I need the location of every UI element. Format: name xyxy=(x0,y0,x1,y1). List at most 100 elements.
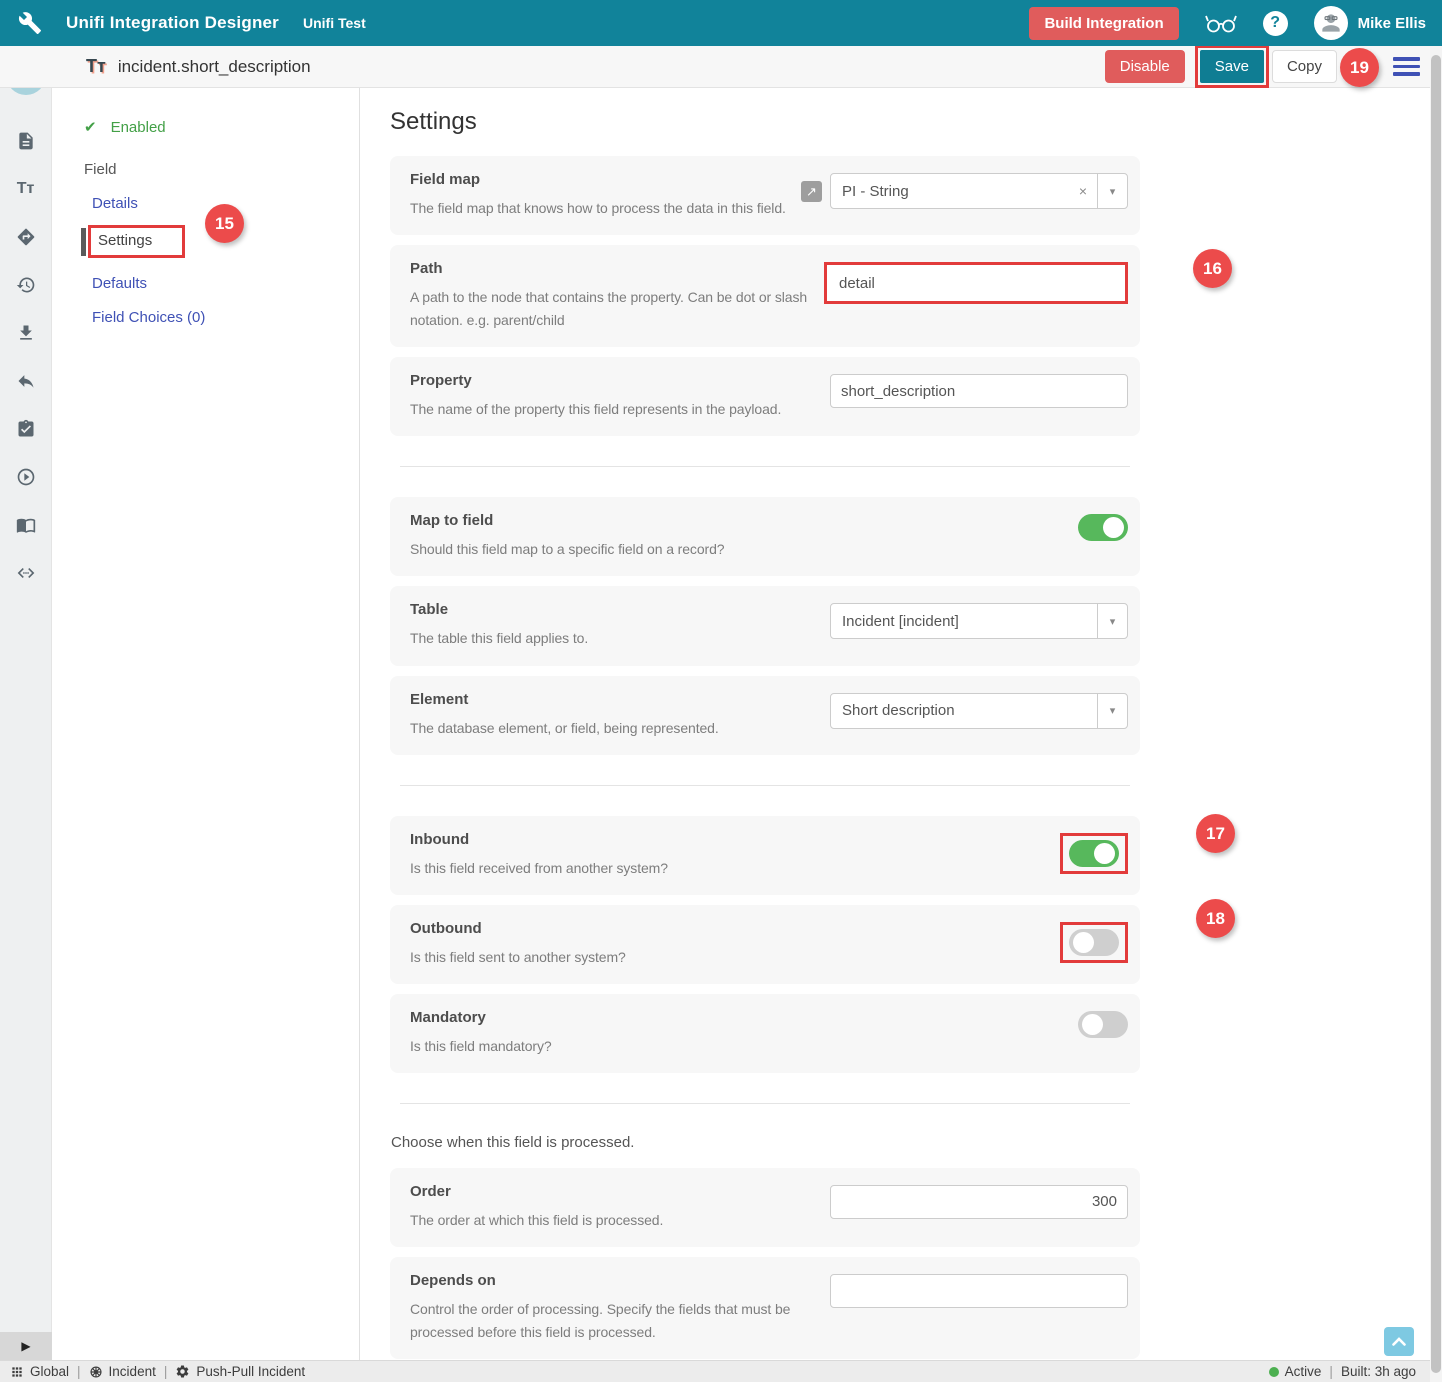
path-input[interactable] xyxy=(828,266,1124,300)
code-icon[interactable] xyxy=(15,562,37,584)
record-title-wrap: Tт incident.short_description xyxy=(86,56,311,77)
nav-section-label: Field xyxy=(84,161,359,178)
environment-name[interactable]: Unifi Test xyxy=(303,15,366,31)
element-row: Element The database element, or field, … xyxy=(390,676,1140,755)
menu-hamburger-icon[interactable] xyxy=(1393,57,1420,80)
order-label: Order xyxy=(410,1183,830,1200)
mandatory-label: Mandatory xyxy=(410,1009,840,1026)
element-label: Element xyxy=(410,691,830,708)
settings-panel: Settings Field map The field map that kn… xyxy=(390,88,1140,1382)
path-label: Path xyxy=(410,260,824,277)
path-highlight-box xyxy=(824,262,1128,304)
tasks-clipboard-icon[interactable] xyxy=(15,418,37,440)
map-to-field-toggle[interactable] xyxy=(1078,514,1128,541)
depends-on-row: Depends on Control the order of processi… xyxy=(390,1257,1140,1359)
property-row: Property The name of the property this f… xyxy=(390,357,1140,436)
chevron-down-icon[interactable]: ▾ xyxy=(1097,604,1127,638)
table-row: Table The table this field applies to. I… xyxy=(390,586,1140,665)
element-select[interactable]: Short description ▾ xyxy=(830,693,1128,729)
inbound-label: Inbound xyxy=(410,831,840,848)
scroll-to-top-button[interactable] xyxy=(1384,1327,1414,1356)
save-highlight-box: Save xyxy=(1195,45,1269,88)
sidebar-item-settings[interactable]: Settings xyxy=(88,225,185,258)
sidebar-item-details[interactable]: Details xyxy=(92,195,138,212)
history-icon[interactable] xyxy=(15,274,37,296)
map-to-field-desc: Should this field map to a specific fiel… xyxy=(410,538,830,561)
annotation-badge-15: 15 xyxy=(205,204,244,243)
disable-button[interactable]: Disable xyxy=(1105,50,1185,83)
active-status-dot xyxy=(1269,1367,1279,1377)
section-divider xyxy=(400,1103,1130,1104)
field-map-value: PI - String xyxy=(831,183,1069,200)
process-item[interactable]: Push-Pull Incident xyxy=(175,1364,305,1379)
directions-icon[interactable] xyxy=(15,226,37,248)
user-avatar-icon[interactable] xyxy=(1314,6,1348,40)
mandatory-toggle[interactable] xyxy=(1078,1011,1128,1038)
property-desc: The name of the property this field repr… xyxy=(410,398,830,421)
record-actions: Disable Save Copy xyxy=(1105,45,1337,88)
table-select[interactable]: Incident [incident] ▾ xyxy=(830,603,1128,639)
outbound-toggle[interactable] xyxy=(1069,929,1119,956)
map-to-field-label: Map to field xyxy=(410,512,840,529)
text-fields-icon[interactable]: Tт xyxy=(15,178,37,200)
field-map-row: Field map The field map that knows how t… xyxy=(390,156,1140,235)
scrollbar-thumb[interactable] xyxy=(1431,55,1441,1373)
header-actions: Build Integration ? Mike Ellis xyxy=(1029,6,1426,40)
order-input[interactable] xyxy=(830,1185,1128,1219)
app-window: Unifi Integration Designer Unifi Test Bu… xyxy=(0,0,1442,1382)
table-value: Incident [incident] xyxy=(831,613,1097,630)
integration-label: Incident xyxy=(109,1364,156,1379)
check-icon: ✔ xyxy=(84,118,97,136)
chevron-down-icon[interactable]: ▾ xyxy=(1097,694,1127,728)
build-integration-button[interactable]: Build Integration xyxy=(1029,7,1178,40)
scrollbar-track[interactable] xyxy=(1430,46,1442,1382)
path-desc: A path to the node that contains the pro… xyxy=(410,286,824,332)
property-label: Property xyxy=(410,372,830,389)
user-menu[interactable]: Mike Ellis xyxy=(1314,6,1426,40)
rail-expander-arrow[interactable]: ▶ xyxy=(0,1332,52,1360)
scope-item[interactable]: Global xyxy=(10,1364,69,1379)
field-sidenav: ✔ Enabled Field Details Settings Default… xyxy=(52,88,360,1360)
process-label: Push-Pull Incident xyxy=(196,1364,305,1379)
property-input[interactable] xyxy=(830,374,1128,408)
scope-label: Global xyxy=(30,1364,69,1379)
sidebar-item-defaults[interactable]: Defaults xyxy=(92,275,147,292)
help-icon[interactable]: ? xyxy=(1263,11,1288,36)
chevron-down-icon[interactable]: ▾ xyxy=(1097,174,1127,208)
section-divider xyxy=(400,466,1130,467)
copy-button[interactable]: Copy xyxy=(1272,50,1337,83)
element-desc: The database element, or field, being re… xyxy=(410,717,830,740)
clear-icon[interactable]: × xyxy=(1069,183,1097,199)
play-circle-icon[interactable] xyxy=(15,466,37,488)
active-indicator-bar xyxy=(81,228,86,256)
inbound-desc: Is this field received from another syst… xyxy=(410,857,830,880)
gear-icon xyxy=(175,1364,190,1379)
app-title: Unifi Integration Designer xyxy=(66,13,279,33)
document-icon[interactable] xyxy=(15,130,37,152)
docs-book-icon[interactable] xyxy=(15,514,37,536)
integration-item[interactable]: Incident xyxy=(89,1364,156,1379)
download-icon[interactable] xyxy=(15,322,37,344)
sidebar-item-field-choices[interactable]: Field Choices (0) xyxy=(92,309,205,326)
outbound-row: Outbound Is this field sent to another s… xyxy=(390,905,1140,984)
wrench-icon[interactable] xyxy=(18,11,42,35)
undo-arrow-icon[interactable] xyxy=(15,370,37,392)
field-map-combobox[interactable]: PI - String × ▾ xyxy=(830,173,1128,209)
outbound-label: Outbound xyxy=(410,920,840,937)
preview-glasses-icon[interactable] xyxy=(1205,12,1237,34)
element-value: Short description xyxy=(831,702,1097,719)
open-record-icon[interactable]: ↗ xyxy=(801,181,822,202)
save-button[interactable]: Save xyxy=(1200,50,1264,83)
icon-rail: PI Tт ▶ xyxy=(0,46,52,1360)
table-label: Table xyxy=(410,601,830,618)
statusbar-separator: | xyxy=(164,1364,168,1379)
path-row: Path A path to the node that contains th… xyxy=(390,245,1140,347)
record-toolbar: Tт incident.short_description Disable Sa… xyxy=(0,46,1442,88)
record-title: incident.short_description xyxy=(118,57,311,77)
statusbar-separator: | xyxy=(77,1364,81,1379)
built-label: Built: 3h ago xyxy=(1341,1364,1416,1379)
field-map-label: Field map xyxy=(410,171,801,188)
field-type-icon: Tт xyxy=(86,56,106,77)
inbound-toggle[interactable] xyxy=(1069,840,1119,867)
depends-on-input[interactable] xyxy=(830,1274,1128,1308)
